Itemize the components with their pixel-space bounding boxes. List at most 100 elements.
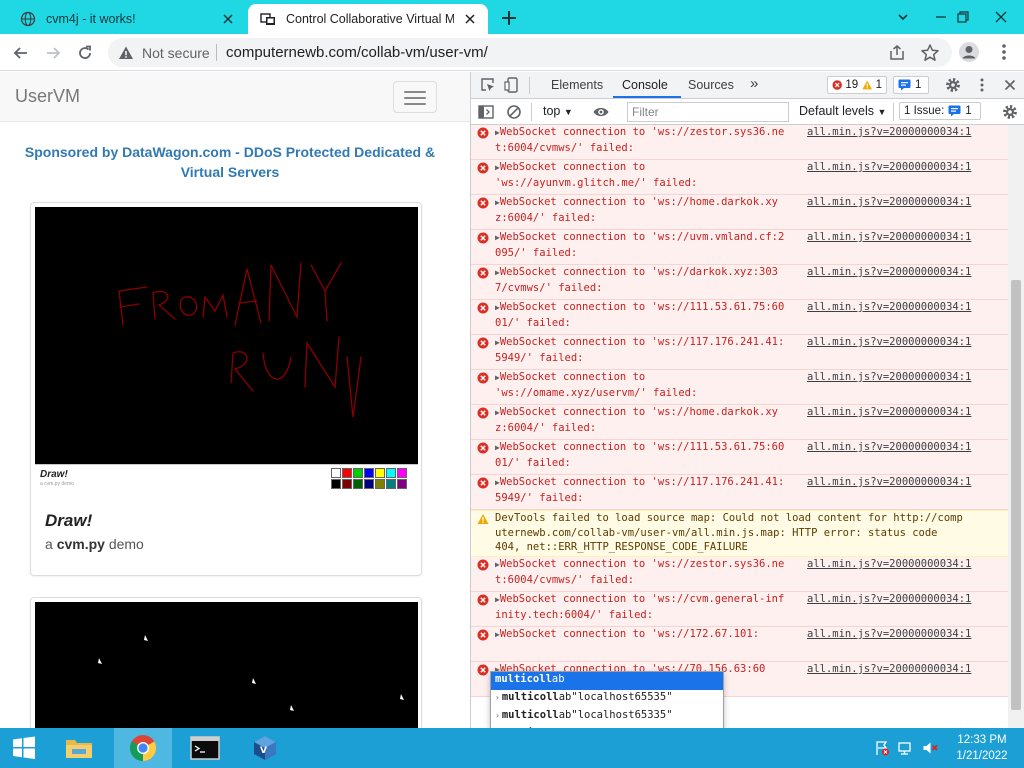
card-title[interactable]: Draw! (45, 511, 92, 531)
close-tab-icon[interactable] (462, 11, 478, 27)
source-link[interactable]: all.min.js?v=20000000034:1 (807, 662, 971, 677)
source-link[interactable]: all.min.js?v=20000000034:1 (807, 440, 971, 455)
more-vert-icon[interactable] (994, 41, 1014, 63)
console-settings-gear-icon[interactable] (1001, 103, 1019, 121)
source-link[interactable]: all.min.js?v=20000000034:1 (807, 160, 971, 175)
source-link[interactable]: all.min.js?v=20000000034:1 (807, 405, 971, 420)
console-error-message[interactable]: ▶WebSocket connection to 'ws://117.176.2… (471, 335, 1009, 370)
source-link[interactable]: all.min.js?v=20000000034:1 (807, 265, 971, 280)
console-error-message[interactable]: ▶WebSocket connection to 'ws://cvm.gener… (471, 592, 1009, 627)
source-link[interactable]: all.min.js?v=20000000034:1 (807, 195, 971, 210)
tab-sources[interactable]: Sources (688, 78, 734, 92)
console-warning-message[interactable]: DevTools failed to load source map: Coul… (471, 510, 1009, 557)
tab-elements[interactable]: Elements (551, 78, 603, 92)
message-line: z:6004/' failed: (495, 211, 597, 224)
share-icon[interactable] (888, 44, 906, 62)
vm-screen-thumbnail[interactable] (35, 602, 418, 728)
console-error-message[interactable]: ▶WebSocket connection to 'ws://darkok.xy… (471, 265, 1009, 300)
flag-alert-icon[interactable] (874, 740, 890, 756)
vm-card-second[interactable] (30, 597, 422, 728)
active-tab-indicator (613, 96, 681, 98)
autocomplete-item[interactable]: › multicollab"localhost65335" (491, 708, 723, 726)
volume-muted-icon[interactable] (922, 740, 938, 756)
taskbar-file-explorer[interactable] (50, 728, 108, 768)
tab-collab-vm[interactable]: Control Collaborative Virtual Ma (248, 4, 488, 34)
message-line: WebSocket connection to 'ws://home.darko… (499, 196, 778, 208)
device-toolbar-icon[interactable] (503, 76, 521, 94)
message-line: uternewb.com/collab-vm/user-vm/all.min.j… (495, 526, 938, 539)
close-tab-icon[interactable] (220, 11, 236, 27)
sidebar-toggle-icon[interactable] (477, 103, 495, 121)
close-window-icon[interactable] (978, 0, 1024, 34)
console-error-message[interactable]: ▶WebSocket connection to 'ws://ayunvm.gl… (471, 160, 1009, 195)
console-error-message[interactable]: ▶WebSocket connection to 'ws://111.53.61… (471, 300, 1009, 335)
console-error-message[interactable]: ▶WebSocket connection to 'ws://home.dark… (471, 195, 1009, 230)
console-scrollbar[interactable] (1008, 125, 1024, 728)
tab-cvm4j[interactable]: cvm4j - it works! (8, 4, 246, 34)
source-link[interactable]: all.min.js?v=20000000034:1 (807, 627, 971, 642)
issues-button[interactable]: 1 Issue: 1 (899, 102, 981, 120)
back-arrow-icon[interactable] (8, 40, 34, 66)
console-error-message[interactable]: ▶WebSocket connection to 'ws://uvm.vmlan… (471, 230, 1009, 265)
source-link[interactable]: all.min.js?v=20000000034:1 (807, 125, 971, 140)
console-error-message[interactable]: ▶WebSocket connection to 'ws://zestor.sy… (471, 557, 1009, 592)
forward-arrow-icon[interactable] (40, 40, 66, 66)
warning-triangle-icon[interactable] (118, 45, 134, 61)
taskbar-terminal[interactable] (176, 728, 234, 768)
message-line: 404, net::ERR_HTTP_RESPONSE_CODE_FAILURE (495, 541, 748, 553)
source-link[interactable]: all.min.js?v=20000000034:1 (807, 300, 971, 315)
vm-screen-thumbnail[interactable] (35, 207, 418, 464)
source-link[interactable]: all.min.js?v=20000000034:1 (807, 335, 971, 350)
close-devtools-icon[interactable] (1001, 76, 1019, 94)
info-counter[interactable]: 1 (893, 76, 929, 94)
more-tabs-chevron-icon[interactable]: » (750, 75, 758, 92)
reload-icon[interactable] (72, 40, 98, 66)
settings-gear-icon[interactable] (944, 76, 962, 94)
console-error-message[interactable]: ▶WebSocket connection to 'ws://172.67.10… (471, 627, 1009, 662)
message-text: ▶WebSocket connection to 'ws://darkok.xy… (495, 265, 785, 295)
message-text: ▶WebSocket connection to 'ws://home.dark… (495, 405, 785, 435)
inspect-element-icon[interactable] (479, 76, 497, 94)
source-link[interactable]: all.min.js?v=20000000034:1 (807, 557, 971, 572)
console-error-message[interactable]: ▶WebSocket connection to 'ws://omame.xyz… (471, 370, 1009, 405)
source-link[interactable]: all.min.js?v=20000000034:1 (807, 592, 971, 607)
profile-avatar-icon[interactable] (958, 41, 980, 63)
source-link[interactable]: all.min.js?v=20000000034:1 (807, 230, 971, 245)
message-line: 5949/' failed: (495, 491, 584, 504)
scrollbar-thumb[interactable] (1011, 280, 1021, 710)
svg-text:V: V (260, 746, 267, 756)
network-icon[interactable] (898, 740, 914, 756)
start-button[interactable] (0, 728, 48, 768)
error-icon (477, 267, 489, 279)
bookmark-star-icon[interactable] (920, 43, 940, 63)
console-error-message[interactable]: ▶WebSocket connection to 'ws://zestor.sy… (471, 125, 1009, 160)
clear-console-icon[interactable] (505, 103, 523, 121)
console-error-message[interactable]: ▶WebSocket connection to 'ws://111.53.61… (471, 440, 1009, 475)
issue-counter[interactable]: 19 1 (827, 76, 887, 94)
sponsor-link[interactable]: Sponsored by DataWagon.com - DDoS Protec… (10, 142, 450, 182)
security-status[interactable]: Not secure (142, 45, 210, 61)
autocomplete-item[interactable]: › multicollab"localhost65535" (491, 690, 723, 708)
console-error-message[interactable]: ▶WebSocket connection to 'ws://117.176.2… (471, 475, 1009, 510)
source-link[interactable]: all.min.js?v=20000000034:1 (807, 370, 971, 385)
address-bar[interactable]: Not secure computernewb.com/collab-vm/us… (108, 38, 952, 67)
console-filter-input[interactable]: Filter (627, 102, 789, 122)
eye-icon[interactable] (592, 103, 610, 121)
hamburger-menu-icon[interactable] (393, 81, 437, 113)
new-tab-icon[interactable] (498, 7, 520, 29)
taskbar-virtualbox[interactable]: V (236, 728, 294, 768)
autocomplete-dropdown[interactable]: multicollab › multicollab"localhost65535" ›… (490, 671, 724, 728)
site-brand[interactable]: UserVM (15, 86, 80, 107)
url-text[interactable]: computernewb.com/collab-vm/user-vm/ (226, 44, 488, 61)
tab-console[interactable]: Console (622, 78, 668, 92)
source-link[interactable]: all.min.js?v=20000000034:1 (807, 475, 971, 490)
autocomplete-item[interactable]: multicollab (491, 672, 723, 690)
vm-card-draw[interactable]: Draw! a cvm.py demo Draw! a cvm.py demo (30, 202, 422, 576)
log-levels-dropdown[interactable]: Default levels ▼ (799, 104, 886, 118)
taskbar-chrome[interactable] (114, 728, 172, 768)
message-line: 01/' failed: (495, 456, 571, 469)
context-selector[interactable]: top ▼ (543, 104, 573, 118)
more-vert-icon[interactable] (973, 76, 991, 94)
system-clock[interactable]: 12:33 PM 1/21/2022 (946, 732, 1018, 764)
console-error-message[interactable]: ▶WebSocket connection to 'ws://home.dark… (471, 405, 1009, 440)
